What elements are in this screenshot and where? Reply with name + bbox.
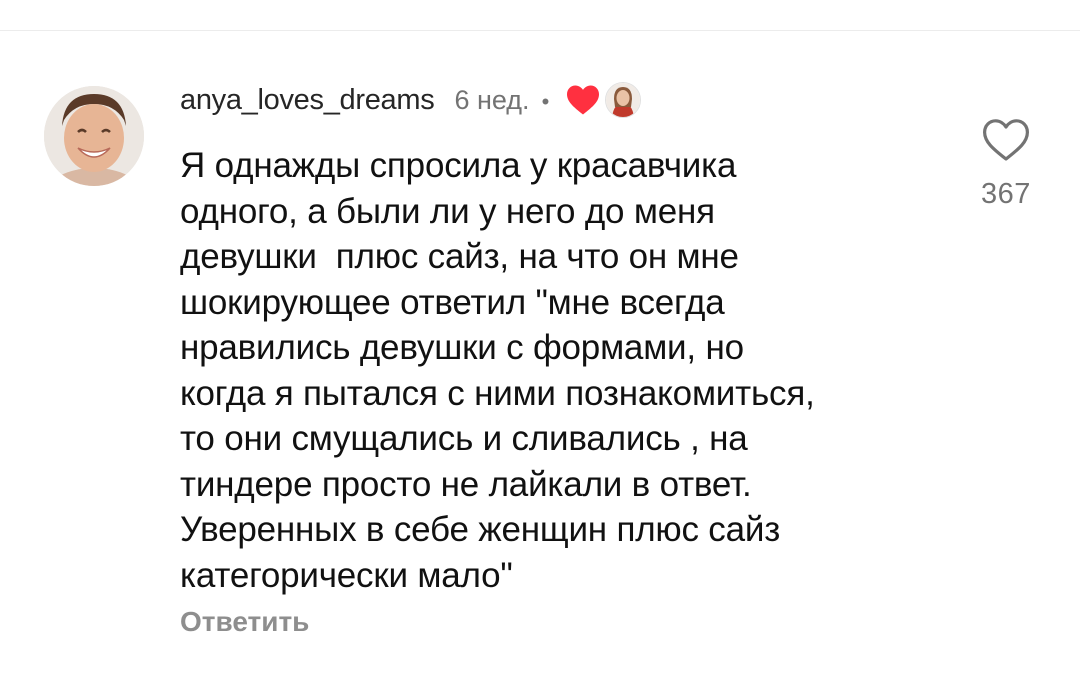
comment-text-line: то они смущались и сливались , на — [180, 419, 748, 458]
like-count: 367 — [981, 178, 1031, 210]
reply-button[interactable]: Ответить — [180, 606, 309, 638]
comment-text-line: Уверенных в себе женщин плюс сайз — [180, 510, 781, 549]
comment-text-line: одного, а были ли у него до меня — [180, 191, 715, 231]
commenter-avatar[interactable] — [44, 86, 144, 186]
comment-text-line: нравились девушки с формами, но — [180, 328, 744, 367]
comment-text-line: когда я пытался с ними познакомиться, — [180, 373, 815, 413]
creator-avatar — [605, 82, 642, 118]
comment-text-line: тиндере просто не лайкали в ответ. — [180, 464, 752, 504]
comment-text-line: Я однажды спросила у красавчика — [180, 146, 737, 185]
comment-meta: anya_loves_dreams 6 нед. • — [180, 80, 642, 120]
comment-text-line: категорически мало" — [180, 555, 513, 595]
heart-outline-icon — [982, 119, 1030, 165]
filled-heart-icon — [565, 84, 601, 116]
comment-time: 6 нед. — [454, 84, 530, 115]
like-column: 367 — [966, 118, 1046, 211]
meta-separator: • — [541, 89, 550, 114]
comment-text-line: девушки плюс сайз, на что он мне — [180, 237, 739, 276]
comment-text: Я однажды спросила у красавчика одного, … — [180, 143, 940, 598]
like-button[interactable] — [982, 118, 1030, 164]
comment-text-line: шокирующее ответил "мне всегда — [180, 282, 725, 322]
comment-item: anya_loves_dreams 6 нед. • Я однажды спр… — [0, 0, 1080, 673]
comment-username[interactable]: anya_loves_dreams — [180, 84, 435, 117]
